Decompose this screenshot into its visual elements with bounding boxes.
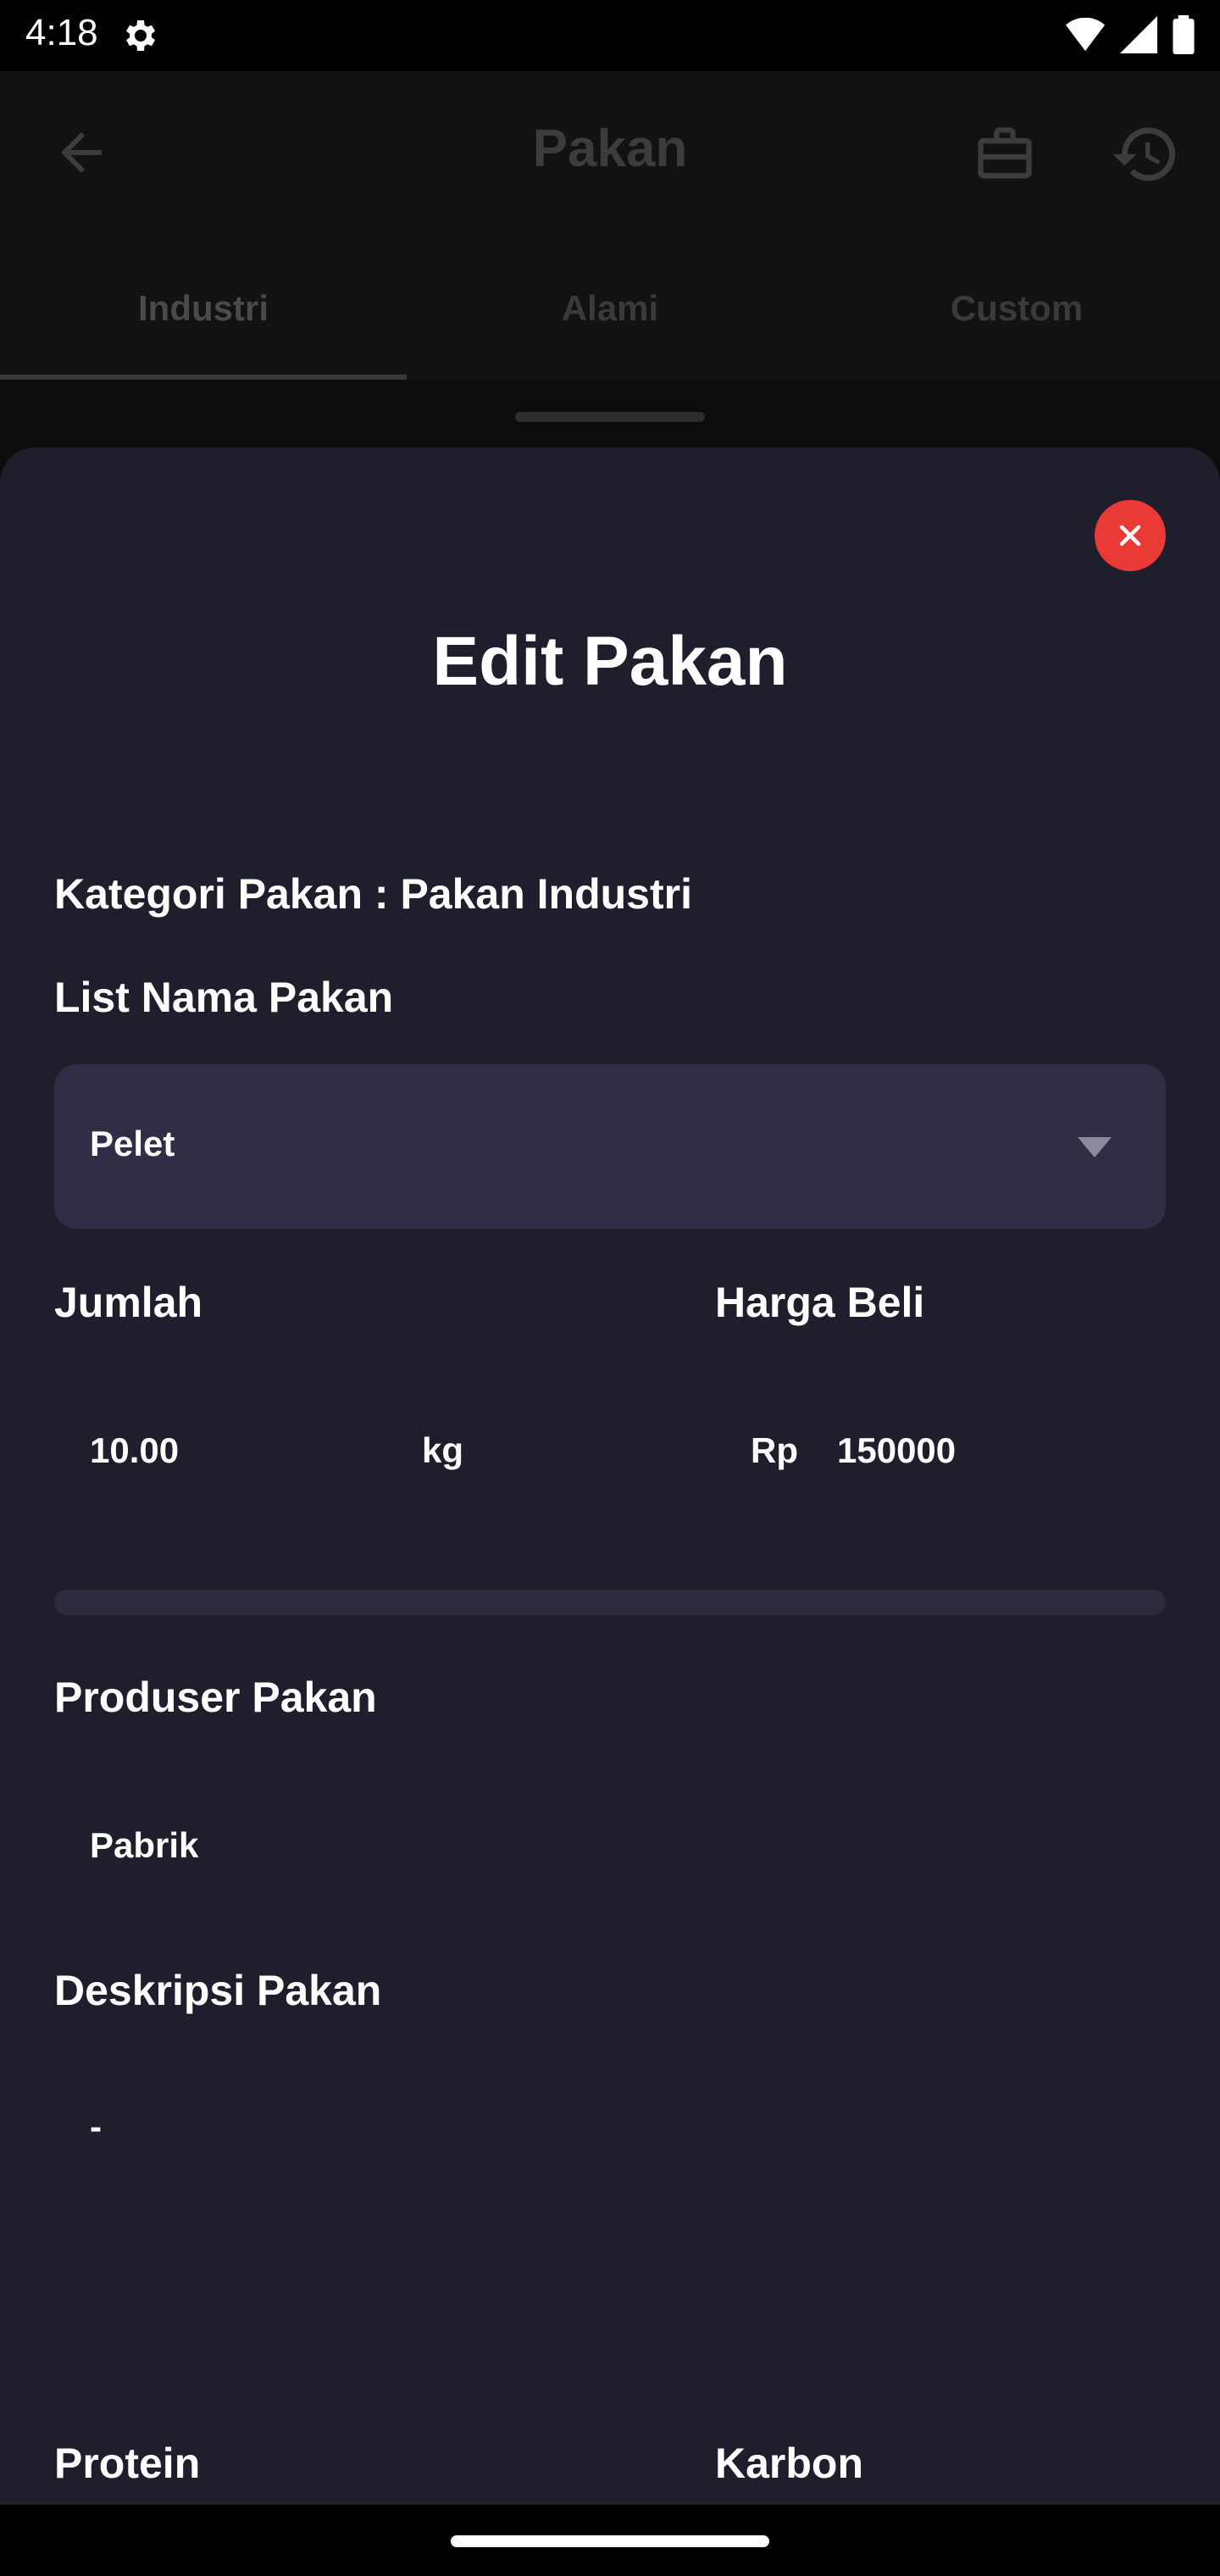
close-icon (1119, 525, 1141, 547)
amount-field[interactable]: 10.00 (90, 1430, 179, 1471)
feed-list-label: List Nama Pakan (54, 974, 394, 1021)
tab-industri[interactable]: Industri (0, 237, 407, 380)
history-icon[interactable] (1110, 119, 1181, 190)
app-bar: Pakan (0, 71, 1220, 237)
category-label: Kategori Pakan : Pakan Industri (54, 870, 692, 918)
battery-icon (1173, 15, 1195, 54)
protein-label: Protein (54, 2440, 201, 2487)
edit-feed-sheet: Edit Pakan Kategori Pakan : Pakan Indust… (0, 447, 1220, 2505)
dropdown-caret-icon (1078, 1137, 1112, 1158)
home-gesture-handle[interactable] (451, 2535, 769, 2547)
signal-icon (1120, 16, 1157, 53)
price-field[interactable]: 150000 (837, 1430, 956, 1471)
page-title: Pakan (532, 119, 688, 178)
sheet-drag-handle[interactable] (515, 412, 705, 422)
feed-name-selected: Pelet (90, 1124, 175, 1163)
tab-alami[interactable]: Alami (407, 237, 813, 380)
sheet-title: Edit Pakan (432, 623, 788, 700)
wifi-icon (1066, 18, 1105, 52)
price-label: Harga Beli (715, 1279, 925, 1326)
close-button[interactable] (1095, 500, 1166, 571)
amount-unit: kg (422, 1430, 464, 1470)
feed-name-dropdown[interactable]: Pelet (54, 1064, 1166, 1229)
status-time: 4:18 (25, 12, 98, 53)
tab-bar: Industri Alami Custom (0, 237, 1220, 380)
producer-field[interactable]: Pabrik (90, 1825, 198, 1866)
description-label: Deskripsi Pakan (54, 1967, 382, 2014)
producer-label: Produser Pakan (54, 1674, 377, 1721)
settings-icon (126, 20, 155, 51)
price-currency: Rp (751, 1430, 798, 1470)
status-icons (1066, 15, 1195, 54)
status-bar: 4:18 (0, 0, 1220, 71)
tab-custom[interactable]: Custom (813, 237, 1220, 380)
carbon-label: Karbon (715, 2440, 863, 2487)
amount-label: Jumlah (54, 1279, 203, 1326)
description-field[interactable]: - (90, 2107, 102, 2147)
system-nav-bar (0, 2505, 1220, 2576)
briefcase-icon[interactable] (973, 122, 1037, 186)
section-divider (54, 1590, 1166, 1615)
